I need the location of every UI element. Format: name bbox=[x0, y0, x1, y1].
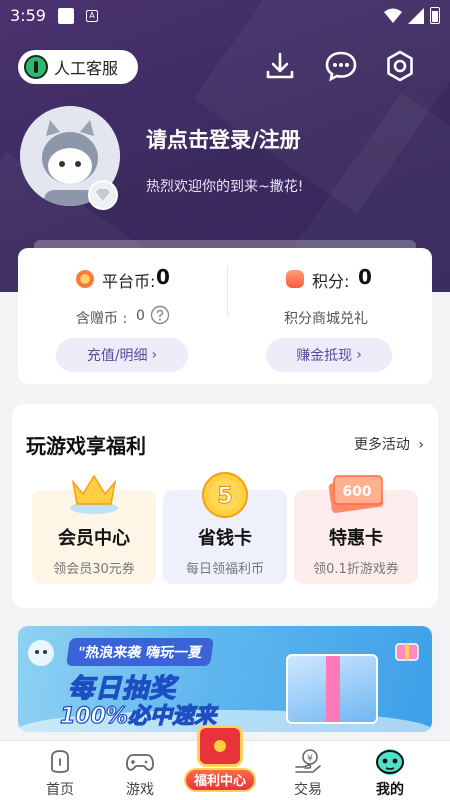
wallet-divider bbox=[227, 266, 228, 316]
nav-home-label: 首页 bbox=[46, 782, 74, 798]
saving-card[interactable]: 5 省钱卡 每日领福利币 bbox=[163, 472, 287, 584]
banner-tag: "热浪来袭 嗨玩一夏 bbox=[66, 638, 215, 666]
nav-welfare-center[interactable]: 福利中心 bbox=[184, 728, 256, 794]
nav-mine[interactable]: 我的 bbox=[350, 741, 430, 800]
app-a-icon: A bbox=[86, 10, 98, 22]
platform-coin-label: 平台币: bbox=[102, 272, 156, 291]
recharge-button[interactable]: 充值/明细 › bbox=[56, 338, 188, 372]
bonus-coin-value: 0 bbox=[136, 308, 145, 324]
nav-welfare-center-label: 福利中心 bbox=[184, 768, 256, 792]
coupon-icon: 600 bbox=[328, 475, 384, 513]
download-icon[interactable] bbox=[262, 48, 298, 84]
coupon-badge-value: 600 bbox=[342, 484, 371, 500]
member-center-title: 会员中心 bbox=[58, 528, 130, 549]
coin-icon: 5 bbox=[202, 472, 248, 518]
svg-text:¥: ¥ bbox=[307, 754, 313, 764]
settings-icon[interactable] bbox=[382, 48, 418, 84]
customer-service-icon bbox=[24, 55, 48, 79]
nav-games-label: 游戏 bbox=[126, 782, 154, 798]
gift-box-icon bbox=[286, 654, 378, 724]
lottery-banner[interactable]: "热浪来袭 嗨玩一夏 每日抽奖 100%必中速来 bbox=[18, 626, 432, 732]
points-label: 积分: bbox=[312, 272, 350, 291]
earn-cash-button[interactable]: 赚金抵现 › bbox=[266, 338, 392, 372]
customer-service-label: 人工客服 bbox=[54, 59, 119, 78]
mascot-icon bbox=[28, 640, 54, 666]
home-icon bbox=[51, 750, 69, 773]
notification-icon bbox=[58, 8, 74, 24]
trade-icon: ¥ bbox=[295, 749, 321, 773]
wifi-icon bbox=[384, 8, 402, 23]
discount-card-title: 特惠卡 bbox=[329, 528, 383, 549]
message-icon[interactable] bbox=[323, 48, 359, 84]
points-icon bbox=[286, 270, 304, 288]
discount-card-subtitle: 领0.1折游戏券 bbox=[313, 562, 399, 577]
nav-home[interactable]: 首页 bbox=[20, 741, 100, 800]
member-center-card[interactable]: 会员中心 领会员30元券 bbox=[32, 474, 156, 584]
battery-icon bbox=[430, 7, 440, 24]
platform-coin-icon bbox=[76, 270, 94, 288]
discount-card[interactable]: 600 特惠卡 领0.1折游戏券 bbox=[294, 475, 418, 584]
coin-badge-value: 5 bbox=[217, 484, 232, 509]
status-time: 3:59 bbox=[10, 6, 46, 25]
recharge-button-label: 充值/明细 bbox=[86, 348, 148, 364]
verified-badge-icon bbox=[88, 180, 118, 210]
nav-trade-label: 交易 bbox=[294, 782, 322, 798]
login-register-link[interactable]: 请点击登录/注册 bbox=[146, 124, 301, 154]
more-activities-link[interactable]: 更多活动 › bbox=[354, 434, 424, 454]
saving-card-title: 省钱卡 bbox=[198, 528, 252, 549]
help-icon[interactable] bbox=[150, 305, 170, 325]
profile-face-icon bbox=[376, 749, 404, 775]
nav-mine-label: 我的 bbox=[376, 782, 404, 798]
wallet-card: 平台币: 0 含赠币 : 0 积分: 0 积分商城兑礼 充值/明细 › 赚金抵现… bbox=[18, 248, 432, 384]
crown-icon bbox=[70, 474, 118, 514]
customer-service-button[interactable]: 人工客服 bbox=[18, 50, 138, 84]
red-envelope-icon bbox=[200, 728, 240, 764]
chevron-right-icon: › bbox=[418, 437, 424, 453]
points-value: 0 bbox=[358, 265, 372, 289]
more-activities-label: 更多活动 bbox=[353, 437, 410, 453]
benefits-title: 玩游戏享福利 bbox=[26, 434, 146, 458]
benefits-section: 玩游戏享福利 更多活动 › 会员中心 领会员30元券 5 省钱卡 每日领福利币 … bbox=[12, 404, 438, 608]
small-gift-icon bbox=[395, 643, 419, 661]
platform-coin-value: 0 bbox=[156, 265, 170, 289]
chevron-right-icon: › bbox=[151, 347, 158, 363]
nav-trade[interactable]: ¥ 交易 bbox=[268, 741, 348, 800]
status-bar: 3:59 A bbox=[0, 0, 450, 32]
member-center-subtitle: 领会员30元券 bbox=[53, 562, 135, 577]
signal-icon bbox=[408, 8, 424, 24]
saving-card-subtitle: 每日领福利币 bbox=[185, 562, 264, 577]
nav-games[interactable]: 游戏 bbox=[100, 741, 180, 800]
earn-cash-button-label: 赚金抵现 bbox=[296, 348, 353, 364]
welcome-text: 热烈欢迎你的到来~撒花! bbox=[146, 179, 304, 195]
banner-subheadline: 100%必中速来 bbox=[59, 703, 216, 729]
gamepad-icon bbox=[126, 754, 154, 771]
points-mall-text: 积分商城兑礼 bbox=[284, 311, 368, 327]
bonus-coin-label: 含赠币 : bbox=[76, 311, 128, 327]
chevron-right-icon: › bbox=[356, 347, 362, 363]
